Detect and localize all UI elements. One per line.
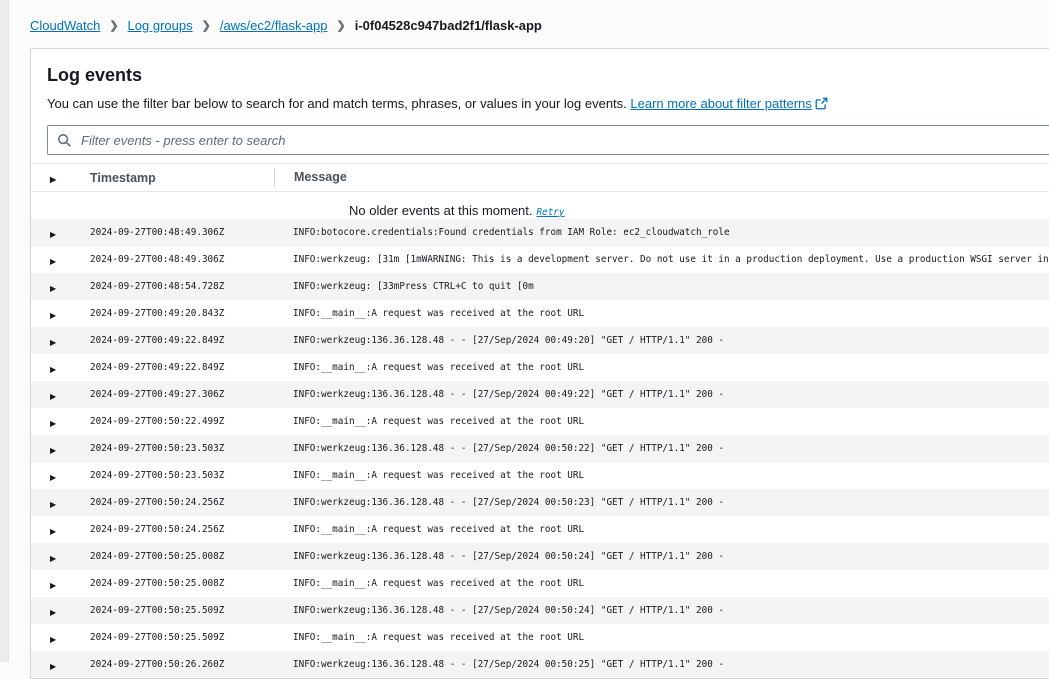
log-event-message: INFO:__main__:A request was received at … <box>274 416 1049 427</box>
page-title: Log events <box>47 65 1049 86</box>
breadcrumb-current-log-stream: i-0f04528c947bad2f1/flask-app <box>355 18 542 33</box>
breadcrumb-link-log-group-name[interactable]: /aws/ec2/flask-app <box>220 18 328 33</box>
log-event-timestamp: 2024-09-27T00:48:49.306Z <box>90 227 274 238</box>
filter-events-input[interactable] <box>79 132 1049 149</box>
column-header-timestamp[interactable]: Timestamp <box>90 171 274 185</box>
log-event-message: INFO:__main__:A request was received at … <box>274 470 1049 481</box>
log-event-row[interactable]: ▶ 2024-09-27T00:50:25.008Z INFO:werkzeug… <box>31 543 1049 570</box>
log-event-timestamp: 2024-09-27T00:50:25.008Z <box>90 551 274 562</box>
log-event-message: INFO:werkzeug:136.36.128.48 - - [27/Sep/… <box>274 335 1049 346</box>
column-header-message[interactable]: Message <box>274 168 1049 187</box>
log-event-timestamp: 2024-09-27T00:50:26.260Z <box>90 659 274 670</box>
log-event-message: INFO:__main__:A request was received at … <box>274 524 1049 535</box>
expand-row-arrow-icon[interactable]: ▶ <box>50 635 56 644</box>
log-event-timestamp: 2024-09-27T00:50:25.008Z <box>90 578 274 589</box>
log-event-row[interactable]: ▶ 2024-09-27T00:50:25.008Z INFO:__main__… <box>31 570 1049 597</box>
breadcrumb-link-cloudwatch[interactable]: CloudWatch <box>30 18 100 33</box>
log-event-message: INFO:__main__:A request was received at … <box>274 578 1049 589</box>
log-event-message: INFO:__main__:A request was received at … <box>274 632 1049 643</box>
page-left-edge <box>0 0 9 662</box>
expand-row-arrow-icon[interactable]: ▶ <box>50 446 56 455</box>
expand-row-arrow-icon[interactable]: ▶ <box>50 554 56 563</box>
expand-row-arrow-icon[interactable]: ▶ <box>50 338 56 347</box>
page-content: CloudWatch ❯ Log groups ❯ /aws/ec2/flask… <box>30 0 1049 679</box>
log-event-message: INFO:werkzeug:136.36.128.48 - - [27/Sep/… <box>274 605 1049 616</box>
no-older-events-text: No older events at this moment. <box>349 203 533 218</box>
log-event-message: INFO:werkzeug: [33mPress CTRL+C to quit … <box>274 281 1049 292</box>
log-event-row[interactable]: ▶ 2024-09-27T00:50:24.256Z INFO:werkzeug… <box>31 489 1049 516</box>
log-rows: ▶ 2024-09-27T00:48:49.306Z INFO:botocore… <box>31 219 1049 678</box>
expand-row-arrow-icon[interactable]: ▶ <box>50 365 56 374</box>
log-event-message: INFO:werkzeug:136.36.128.48 - - [27/Sep/… <box>274 443 1049 454</box>
log-event-row[interactable]: ▶ 2024-09-27T00:49:27.306Z INFO:werkzeug… <box>31 381 1049 408</box>
chevron-right-icon: ❯ <box>337 19 346 32</box>
log-event-timestamp: 2024-09-27T00:50:23.503Z <box>90 470 274 481</box>
expand-row-arrow-icon[interactable]: ▶ <box>50 473 56 482</box>
log-event-row[interactable]: ▶ 2024-09-27T00:48:54.728Z INFO:werkzeug… <box>31 273 1049 300</box>
log-event-row[interactable]: ▶ 2024-09-27T00:50:23.503Z INFO:__main__… <box>31 462 1049 489</box>
log-event-timestamp: 2024-09-27T00:50:22.499Z <box>90 416 274 427</box>
log-event-row[interactable]: ▶ 2024-09-27T00:50:23.503Z INFO:werkzeug… <box>31 435 1049 462</box>
log-event-row[interactable]: ▶ 2024-09-27T00:50:24.256Z INFO:__main__… <box>31 516 1049 543</box>
log-event-message: INFO:werkzeug:136.36.128.48 - - [27/Sep/… <box>274 659 1049 670</box>
table-header-row: ▶ Timestamp Message <box>31 163 1049 192</box>
log-event-timestamp: 2024-09-27T00:50:24.256Z <box>90 497 274 508</box>
log-event-message: INFO:werkzeug:136.36.128.48 - - [27/Sep/… <box>274 389 1049 400</box>
log-event-message: INFO:werkzeug: [31m [1mWARNING: This is … <box>274 254 1049 265</box>
log-event-timestamp: 2024-09-27T00:50:24.256Z <box>90 524 274 535</box>
log-event-timestamp: 2024-09-27T00:50:25.509Z <box>90 632 274 643</box>
log-event-timestamp: 2024-09-27T00:49:22.849Z <box>90 335 274 346</box>
log-events-panel: Log events You can use the filter bar be… <box>30 48 1049 679</box>
expand-row-arrow-icon[interactable]: ▶ <box>50 284 56 293</box>
log-event-timestamp: 2024-09-27T00:50:23.503Z <box>90 443 274 454</box>
expand-row-arrow-icon[interactable]: ▶ <box>50 392 56 401</box>
log-event-row[interactable]: ▶ 2024-09-27T00:50:22.499Z INFO:__main__… <box>31 408 1049 435</box>
retry-link[interactable]: Retry <box>537 207 565 218</box>
log-event-message: INFO:botocore.credentials:Found credenti… <box>274 227 1049 238</box>
breadcrumb-link-log-groups[interactable]: Log groups <box>128 18 193 33</box>
log-event-timestamp: 2024-09-27T00:49:27.306Z <box>90 389 274 400</box>
expand-row-arrow-icon[interactable]: ▶ <box>50 608 56 617</box>
log-event-row[interactable]: ▶ 2024-09-27T00:50:26.260Z INFO:werkzeug… <box>31 651 1049 678</box>
log-event-timestamp: 2024-09-27T00:48:49.306Z <box>90 254 274 265</box>
panel-description: You can use the filter bar below to sear… <box>47 95 1049 115</box>
log-event-message: INFO:werkzeug:136.36.128.48 - - [27/Sep/… <box>274 551 1049 562</box>
log-event-timestamp: 2024-09-27T00:50:25.509Z <box>90 605 274 616</box>
expand-all-arrow-icon[interactable]: ▶ <box>50 175 56 184</box>
log-event-row[interactable]: ▶ 2024-09-27T00:49:22.849Z INFO:__main__… <box>31 354 1049 381</box>
log-event-timestamp: 2024-09-27T00:49:22.849Z <box>90 362 274 373</box>
search-icon <box>57 133 72 148</box>
log-event-row[interactable]: ▶ 2024-09-27T00:50:25.509Z INFO:__main__… <box>31 624 1049 651</box>
external-link-icon <box>815 97 828 115</box>
log-event-row[interactable]: ▶ 2024-09-27T00:50:25.509Z INFO:werkzeug… <box>31 597 1049 624</box>
expand-row-arrow-icon[interactable]: ▶ <box>50 257 56 266</box>
panel-description-text: You can use the filter bar below to sear… <box>47 96 627 111</box>
breadcrumb: CloudWatch ❯ Log groups ❯ /aws/ec2/flask… <box>30 0 1049 35</box>
log-events-table: ▶ Timestamp Message No older events at t… <box>31 163 1049 678</box>
log-event-message: INFO:__main__:A request was received at … <box>274 362 1049 373</box>
expand-row-arrow-icon[interactable]: ▶ <box>50 527 56 536</box>
expand-row-arrow-icon[interactable]: ▶ <box>50 419 56 428</box>
log-event-message: INFO:__main__:A request was received at … <box>274 308 1049 319</box>
log-event-timestamp: 2024-09-27T00:49:20.843Z <box>90 308 274 319</box>
learn-more-link[interactable]: Learn more about filter patterns <box>630 96 811 111</box>
no-older-events-row: No older events at this moment. Retry <box>31 192 1049 219</box>
panel-header: Log events You can use the filter bar be… <box>31 49 1049 155</box>
log-event-timestamp: 2024-09-27T00:48:54.728Z <box>90 281 274 292</box>
expand-row-arrow-icon[interactable]: ▶ <box>50 230 56 239</box>
expand-row-arrow-icon[interactable]: ▶ <box>50 581 56 590</box>
expand-row-arrow-icon[interactable]: ▶ <box>50 662 56 671</box>
filter-events-searchbar[interactable] <box>47 125 1049 155</box>
log-event-message: INFO:werkzeug:136.36.128.48 - - [27/Sep/… <box>274 497 1049 508</box>
log-event-row[interactable]: ▶ 2024-09-27T00:49:22.849Z INFO:werkzeug… <box>31 327 1049 354</box>
expand-row-arrow-icon[interactable]: ▶ <box>50 311 56 320</box>
chevron-right-icon: ❯ <box>202 19 211 32</box>
log-event-row[interactable]: ▶ 2024-09-27T00:49:20.843Z INFO:__main__… <box>31 300 1049 327</box>
chevron-right-icon: ❯ <box>109 19 118 32</box>
log-event-row[interactable]: ▶ 2024-09-27T00:48:49.306Z INFO:werkzeug… <box>31 246 1049 273</box>
expand-row-arrow-icon[interactable]: ▶ <box>50 500 56 509</box>
